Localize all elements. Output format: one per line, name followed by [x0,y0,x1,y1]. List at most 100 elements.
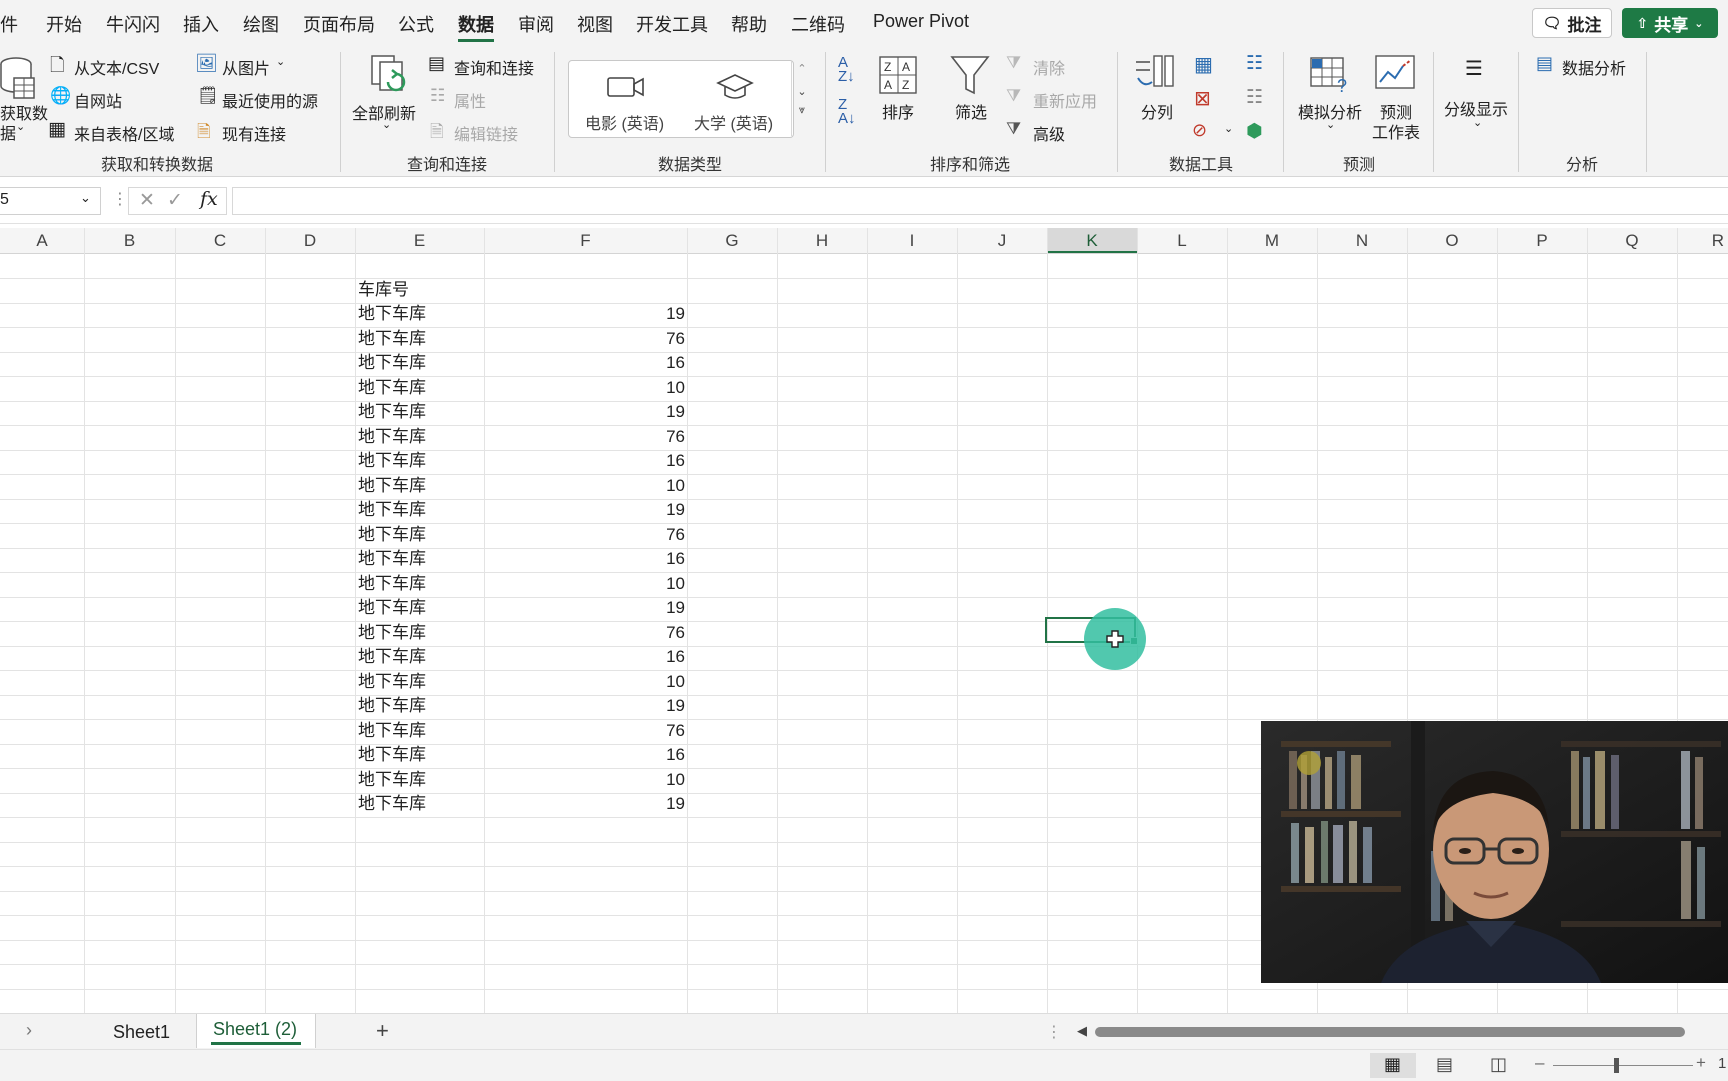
cell-value[interactable]: 16 [565,449,685,473]
comment-button[interactable]: 🗨 批注 [1532,8,1612,38]
cell-label[interactable]: 地下车库 [358,400,426,424]
column-header-a[interactable]: A [0,228,84,253]
cell-value[interactable]: 16 [565,547,685,571]
more-options-icon[interactable]: ⋮ [112,189,128,209]
enter-icon[interactable]: ✓ [167,189,183,212]
clear-button[interactable]: 清除 [1033,55,1065,79]
cell-value[interactable]: 76 [565,425,685,449]
scroll-left-icon[interactable]: ◀ [1077,1023,1087,1039]
cell-value[interactable]: 16 [565,743,685,767]
menu-developer[interactable]: 开发工具 [636,11,708,37]
cell-label[interactable]: 地下车库 [358,792,426,816]
chevron-down-icon[interactable]: ⌄ [792,85,812,98]
column-header-n[interactable]: N [1317,228,1407,253]
add-sheet-button[interactable]: + [376,1018,389,1044]
name-box[interactable]: 5 ⌄ [0,187,101,215]
sort-ascending-icon[interactable]: A Z↓ [838,55,855,84]
consolidate-icon[interactable]: ☷ [1246,52,1263,75]
share-button[interactable]: ⇧ 共享 ⌄ [1622,8,1718,38]
sheet-tab-sheet1[interactable]: Sheet1 [113,1022,170,1043]
column-header-k[interactable]: K [1047,228,1137,253]
horizontal-scrollbar[interactable] [1095,1027,1685,1037]
menu-file[interactable]: 件 [0,11,18,37]
column-header-j[interactable]: J [957,228,1047,253]
formula-input[interactable] [232,187,1728,215]
reapply-button[interactable]: 重新应用 [1033,88,1097,112]
cell-value[interactable]: 19 [565,400,685,424]
cell-label[interactable]: 地下车库 [358,621,426,645]
cell-label[interactable]: 地下车库 [358,596,426,620]
text-to-columns-button[interactable]: 分列 [1141,99,1173,123]
from-picture-button[interactable]: 从图片 [222,55,270,79]
cell-value[interactable]: 16 [565,351,685,375]
header-cell[interactable]: 车库号 [358,278,409,302]
menu-home[interactable]: 开始 [46,11,82,37]
from-text-csv-button[interactable]: 从文本/CSV [74,55,159,79]
zoom-slider[interactable] [1553,1065,1693,1066]
relationships-icon[interactable]: ☷ [1246,86,1263,109]
column-header-i[interactable]: I [867,228,957,253]
cell-value[interactable]: 10 [565,572,685,596]
cell-value[interactable]: 76 [565,719,685,743]
from-web-button[interactable]: 自网站 [74,88,122,112]
forecast-sheet-label-2[interactable]: 工作表 [1372,119,1420,143]
cell-label[interactable]: 地下车库 [358,572,426,596]
get-data-label-2[interactable]: 据 [0,120,16,144]
more-options-icon[interactable]: ⋮ [1046,1022,1062,1042]
edit-links-button[interactable]: 编辑链接 [454,121,518,145]
sort-button[interactable]: 排序 [882,99,914,123]
cell-value[interactable]: 76 [565,621,685,645]
cell-value[interactable]: 10 [565,768,685,792]
cell-label[interactable]: 地下车库 [358,743,426,767]
cell-label[interactable]: 地下车库 [358,498,426,522]
cell-value[interactable]: 10 [565,670,685,694]
cell-label[interactable]: 地下车库 [358,474,426,498]
chevron-down-icon[interactable]: ⌄ [80,190,91,206]
gallery-more-icon[interactable]: ⩔ [792,104,812,117]
cell-label[interactable]: 地下车库 [358,302,426,326]
menu-draw[interactable]: 绘图 [243,11,279,37]
recent-sources-button[interactable]: 最近使用的源 [222,88,318,112]
advanced-button[interactable]: 高级 [1033,121,1065,145]
cell-value[interactable]: 10 [565,474,685,498]
cell-label[interactable]: 地下车库 [358,425,426,449]
cell-label[interactable]: 地下车库 [358,719,426,743]
column-header-r[interactable]: R [1677,228,1728,253]
column-header-b[interactable]: B [84,228,175,253]
chevron-down-icon[interactable]: ⌄ [1224,122,1233,135]
menu-insert[interactable]: 插入 [183,11,219,37]
cell-label[interactable]: 地下车库 [358,351,426,375]
normal-view-button[interactable]: ▦ [1370,1053,1416,1078]
flash-fill-icon[interactable]: ▦ [1194,52,1213,77]
properties-button[interactable]: 属性 [454,88,486,112]
remove-duplicates-icon[interactable]: ⊠ [1194,86,1211,111]
cell-label[interactable]: 地下车库 [358,645,426,669]
cell-label[interactable]: 地下车库 [358,376,426,400]
column-header-c[interactable]: C [175,228,265,253]
cell-value[interactable]: 19 [565,498,685,522]
cell-value[interactable]: 19 [565,792,685,816]
data-analysis-button[interactable]: 数据分析 [1562,55,1626,79]
menu-page-layout[interactable]: 页面布局 [303,11,375,37]
cell-label[interactable]: 地下车库 [358,523,426,547]
column-header-e[interactable]: E [355,228,484,253]
zoom-out-button[interactable]: – [1535,1053,1544,1073]
column-header-m[interactable]: M [1227,228,1317,253]
cell-value[interactable]: 10 [565,376,685,400]
data-type-university[interactable]: 大学 (英语) [694,110,773,134]
cell-label[interactable]: 地下车库 [358,768,426,792]
column-header-d[interactable]: D [265,228,355,253]
page-layout-icon[interactable]: ▤ [1436,1054,1453,1075]
column-header-h[interactable]: H [777,228,867,253]
zoom-level[interactable]: 1 [1718,1055,1726,1072]
cell-value[interactable]: 76 [565,523,685,547]
column-header-q[interactable]: Q [1587,228,1677,253]
from-table-button[interactable]: 来自表格/区域 [74,121,174,145]
data-type-movie[interactable]: 电影 (英语) [585,110,664,134]
cell-value[interactable]: 19 [565,596,685,620]
menu-power-pivot[interactable]: Power Pivot [873,11,969,32]
column-header-p[interactable]: P [1497,228,1587,253]
cell-value[interactable]: 19 [565,694,685,718]
existing-connections-button[interactable]: 现有连接 [222,121,286,145]
menu-data[interactable]: 数据 [458,11,494,37]
